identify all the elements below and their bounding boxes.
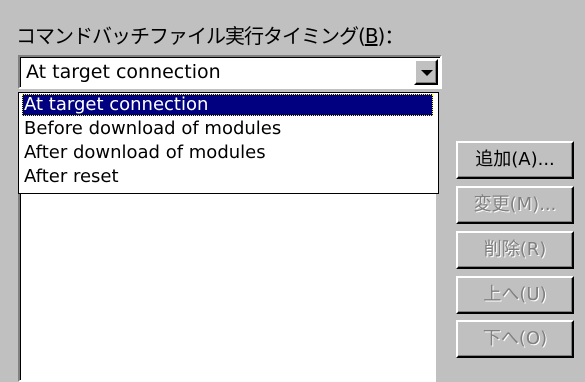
- combo-dropdown-button[interactable]: [414, 59, 438, 85]
- dropdown-option-at-target-connection[interactable]: At target connection: [22, 94, 433, 116]
- timing-dropdown-list[interactable]: At target connection Before download of …: [18, 92, 439, 194]
- dropdown-option-after-reset[interactable]: After reset: [22, 166, 119, 188]
- timing-label-text: コマンドバッチファイル実行タイミング(: [16, 24, 366, 48]
- add-button[interactable]: 追加(A)...: [456, 141, 574, 179]
- timing-label: コマンドバッチファイル実行タイミング(B)：: [16, 20, 405, 49]
- dropdown-arrow-icon: [421, 70, 433, 76]
- move-down-button[interactable]: 下へ(O): [456, 320, 574, 358]
- timing-combobox[interactable]: At target connection: [18, 55, 442, 89]
- delete-button[interactable]: 削除(R): [456, 231, 574, 269]
- dropdown-option-after-download[interactable]: After download of modules: [22, 142, 266, 164]
- move-up-button[interactable]: 上へ(U): [456, 276, 574, 314]
- dropdown-option-before-download[interactable]: Before download of modules: [22, 118, 281, 140]
- timing-label-mnemonic: B: [364, 24, 379, 48]
- change-button[interactable]: 変更(M)...: [456, 186, 574, 224]
- combo-selected-value: At target connection: [26, 61, 221, 83]
- timing-label-suffix: )：: [377, 24, 405, 48]
